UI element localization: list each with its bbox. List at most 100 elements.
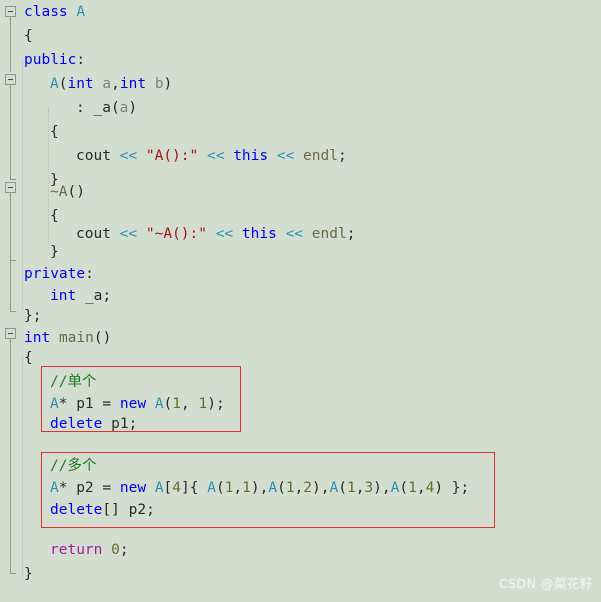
token: ; [128,416,138,432]
code-line-18[interactable]: //单个 [22,370,96,394]
code-line-7[interactable]: cout << "A():" << this << endl; [22,144,347,168]
token: ; [102,288,112,304]
token: ; [119,542,129,558]
token: public [24,52,77,68]
code-line-11[interactable]: cout << "~A():" << this << endl; [22,222,355,246]
token: : [76,100,94,116]
fold-marker-constructor-A[interactable] [5,74,16,85]
token: ~A [50,184,68,200]
token: _a [84,288,103,304]
token: 1 [242,480,251,496]
code-line-6[interactable]: { [22,120,59,144]
token: 1 [408,480,417,496]
token: A [50,396,59,412]
code-line-17[interactable]: { [22,346,33,370]
token: , [233,480,243,496]
fold-marker-destructor-A[interactable] [5,182,16,193]
token: = [93,396,120,412]
token: return [50,542,103,558]
token: { [50,124,59,140]
fold-line-class [10,16,11,72]
token: , [111,76,120,92]
token: : [85,266,94,282]
token: ), [312,480,330,496]
csdn-watermark: CSDN @菜花籽 [498,576,593,591]
token: A [207,480,216,496]
token: delete [50,416,103,432]
token: << [276,148,295,164]
token: 0 [111,542,120,558]
token: this [233,148,269,164]
token: 4 [172,480,182,496]
code-line-3[interactable]: public: [22,48,85,72]
code-line-22[interactable]: A* p2 = new A[4]{ A(1,1),A(1,2),A(1,3),A… [22,476,469,500]
token: } [24,566,33,582]
token: 2 [303,480,313,496]
token: ( [163,396,173,412]
token: , [294,480,304,496]
code-surface[interactable]: class A{public: A(int a,int b): _a(a){cou… [22,0,601,602]
token: A [50,480,59,496]
token: "A():" [145,148,199,164]
token: main [58,330,94,346]
token: A [268,480,278,496]
code-line-25[interactable]: } [22,562,33,586]
fold-line-destructor [10,191,11,261]
token: b [154,76,164,92]
fold-marker-class-A[interactable] [5,6,16,17]
fold-foot-class [10,311,16,312]
fold-marker-main[interactable] [5,328,16,339]
code-line-20[interactable]: delete p1; [22,412,137,436]
token: class [24,4,68,20]
token: ( [338,480,347,496]
token: A [154,396,164,412]
token: 1 [346,480,356,496]
token: private [24,266,86,282]
token: ); [207,396,225,412]
fold-foot-main [10,573,16,574]
code-line-13[interactable]: private: [22,262,94,286]
token: 4 [425,480,435,496]
code-line-12[interactable]: } [22,240,59,264]
fold-line-constructor [10,83,11,180]
code-line-5[interactable]: : _a(a) [22,96,137,120]
code-line-24[interactable]: return 0; [22,538,129,562]
fold-foot-constructor [10,179,16,180]
token: ; [146,502,155,518]
code-line-1[interactable]: class A [22,0,85,24]
token: A [50,76,59,92]
token: << [119,148,138,164]
code-editor[interactable]: class A{public: A(int a,int b): _a(a){cou… [0,0,601,602]
code-line-16[interactable]: int main() [22,326,111,350]
token: cout [76,148,111,164]
token: ( [399,480,409,496]
code-line-15[interactable]: }; [22,304,41,328]
token: , [416,480,426,496]
code-line-9[interactable]: ~A() [22,180,85,204]
token: p2 [76,480,94,496]
fold-line-main [10,339,11,574]
token: * [58,480,77,496]
token: : [76,52,86,68]
code-line-21[interactable]: //多个 [22,454,96,478]
token: 1 [198,396,208,412]
code-line-23[interactable]: delete[] p2; [22,498,155,522]
token: cout [76,226,111,242]
token: _a [93,100,111,116]
token: ), [373,480,391,496]
code-line-2[interactable]: { [22,24,33,48]
token: * [58,396,77,412]
token: }; [24,308,42,324]
token: ; [337,148,347,164]
token: ), [250,480,269,496]
code-line-4[interactable]: A(int a,int b) [22,72,172,96]
